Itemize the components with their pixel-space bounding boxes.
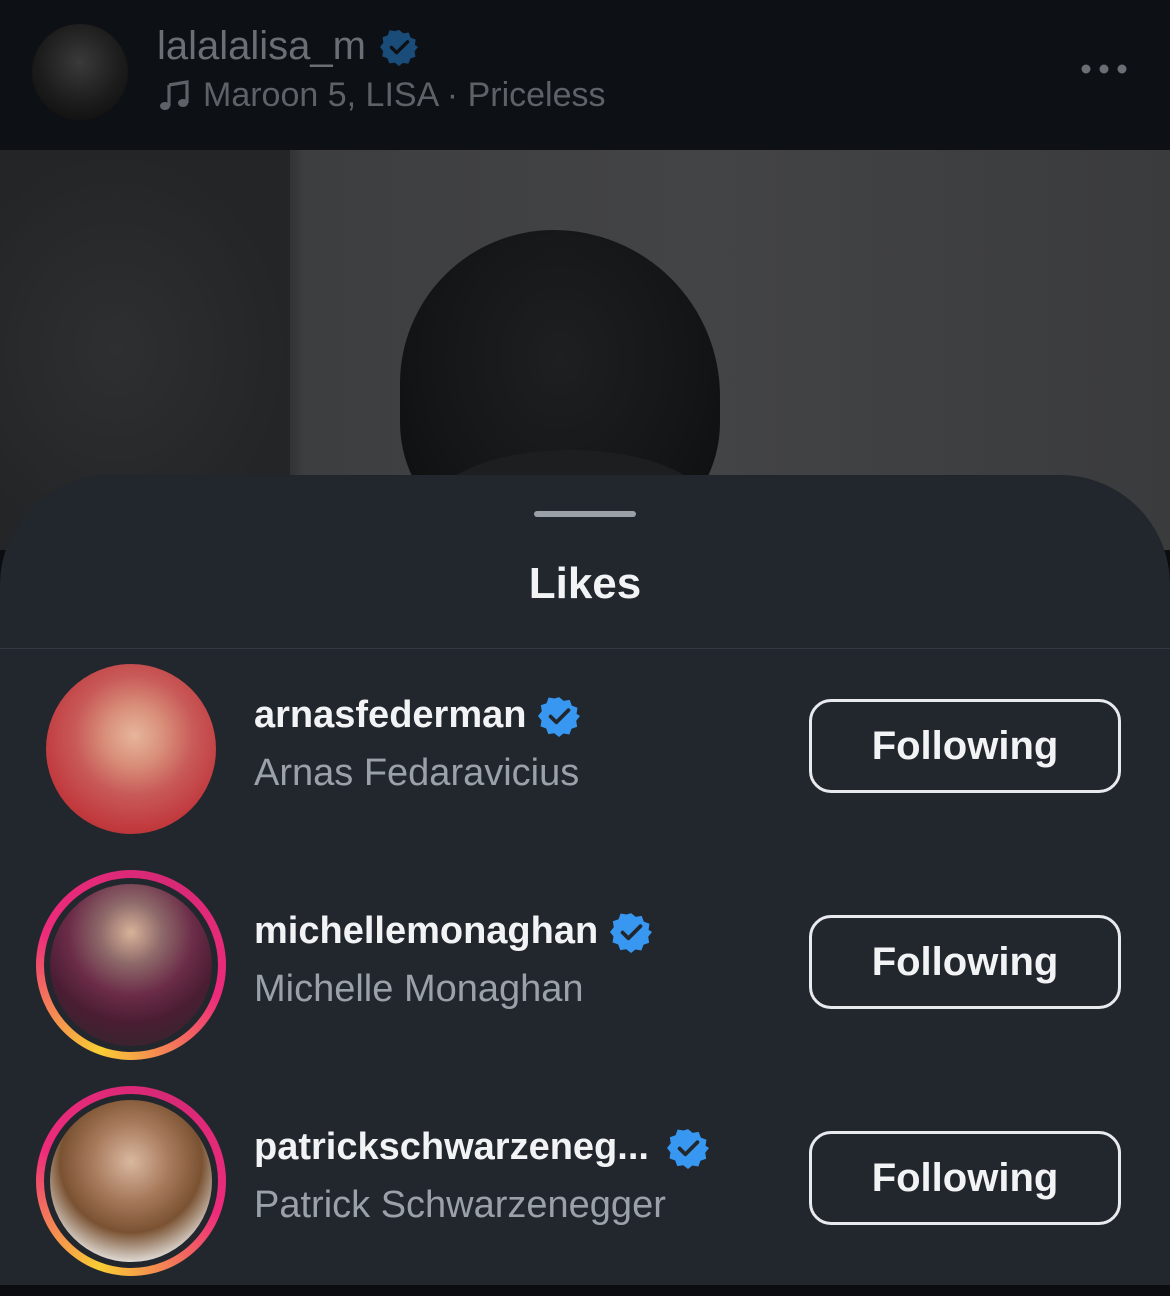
avatar[interactable] xyxy=(46,664,216,834)
following-button[interactable]: Following xyxy=(809,1131,1121,1225)
avatar-image xyxy=(44,878,218,1052)
music-note-icon xyxy=(160,79,189,110)
following-button[interactable]: Following xyxy=(809,699,1121,793)
post-header: lalalalisa_m Maroon 5, LISA · Priceless xyxy=(0,0,1170,150)
header-music-row[interactable]: Maroon 5, LISA · Priceless xyxy=(157,76,606,115)
username[interactable]: patrickschwarzeneg... xyxy=(254,1126,649,1169)
full-name: Arnas Fedaravicius xyxy=(254,752,580,794)
likes-sheet: Likes arnasfederman Arnas Fedaravicius F… xyxy=(0,475,1170,1285)
list-item[interactable]: patrickschwarzeneg... Patrick Schwarzene… xyxy=(0,1086,1170,1296)
verified-badge-icon xyxy=(666,1128,709,1169)
verified-badge-icon xyxy=(538,696,581,737)
header-username-row[interactable]: lalalalisa_m xyxy=(157,24,418,69)
list-item[interactable]: arnasfederman Arnas Fedaravicius Followi… xyxy=(0,664,1170,864)
header-music-label: Maroon 5, LISA · Priceless xyxy=(203,76,606,114)
username[interactable]: michellemonaghan xyxy=(254,910,598,953)
username-row[interactable]: patrickschwarzeneg... xyxy=(254,1126,709,1169)
more-options-icon[interactable] xyxy=(1078,58,1130,80)
avatar-story-ring[interactable] xyxy=(36,870,226,1060)
username[interactable]: arnasfederman xyxy=(254,694,526,737)
username-row[interactable]: arnasfederman xyxy=(254,694,581,737)
full-name: Michelle Monaghan xyxy=(254,968,584,1010)
username-row[interactable]: michellemonaghan xyxy=(254,910,653,953)
avatar-image xyxy=(46,664,216,834)
sheet-title: Likes xyxy=(528,559,642,608)
following-button[interactable]: Following xyxy=(809,915,1121,1009)
avatar-image xyxy=(44,1094,218,1268)
avatar-story-ring[interactable] xyxy=(36,1086,226,1276)
header-username[interactable]: lalalalisa_m xyxy=(157,24,366,69)
sheet-divider xyxy=(0,648,1170,649)
list-item[interactable]: michellemonaghan Michelle Monaghan Follo… xyxy=(0,870,1170,1080)
header-avatar[interactable] xyxy=(32,24,128,120)
verified-badge-icon xyxy=(379,29,418,66)
verified-badge-icon xyxy=(610,912,653,953)
sheet-drag-handle[interactable] xyxy=(534,511,636,517)
full-name: Patrick Schwarzenegger xyxy=(254,1184,666,1226)
